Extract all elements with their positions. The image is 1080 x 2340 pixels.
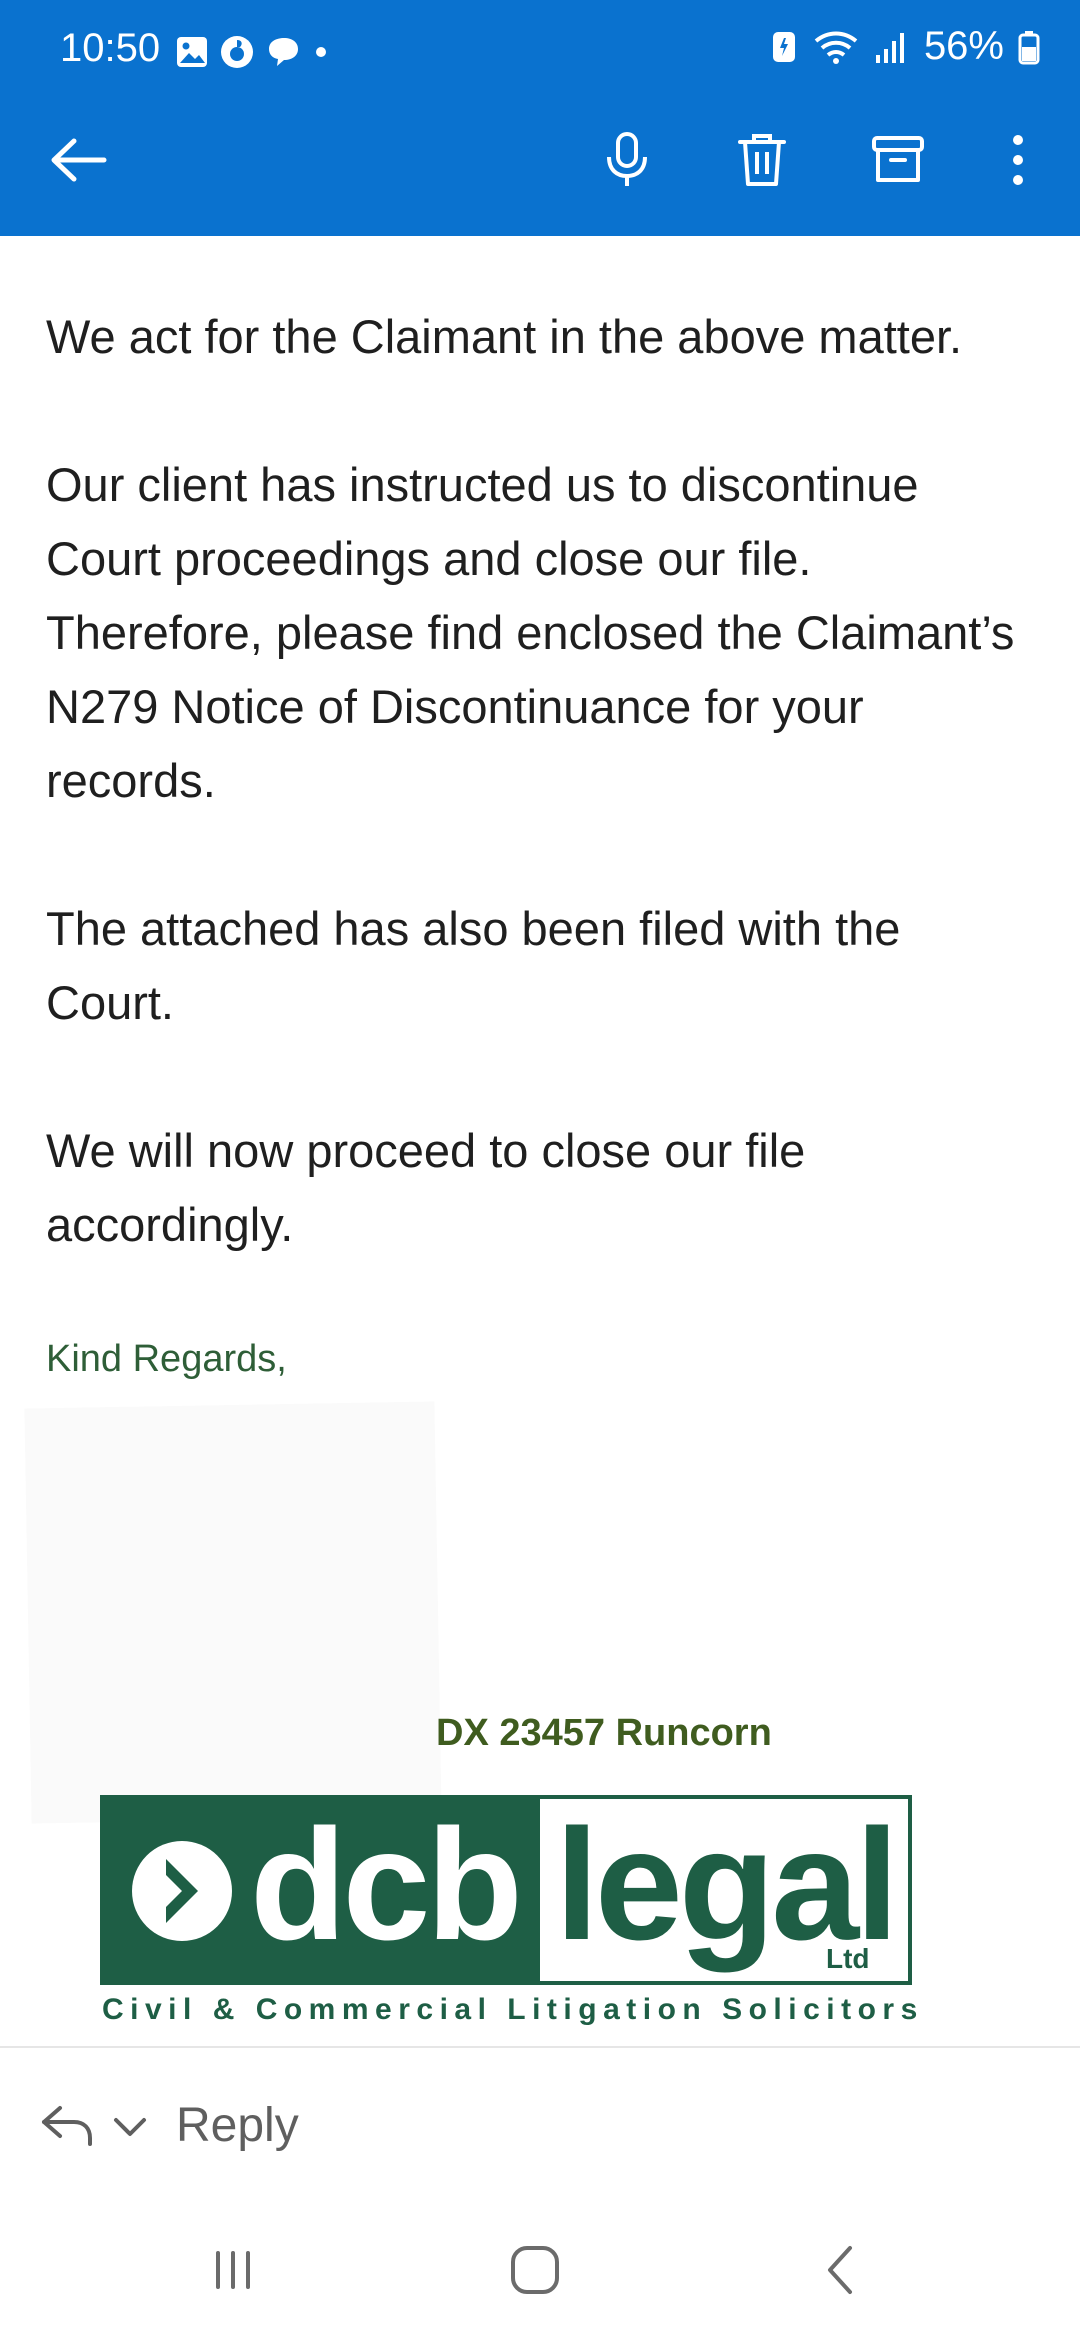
kind-regards: Kind Regards,: [46, 1338, 287, 1380]
chevron-right-icon: [132, 1841, 232, 1941]
gallery-icon: [177, 37, 207, 67]
app-header: 10:50 56%: [0, 0, 1080, 236]
delete-button[interactable]: [722, 120, 802, 200]
status-notification-icons: [175, 30, 331, 74]
dx-address: DX 23457 Runcorn: [436, 1712, 772, 1754]
microphone-icon: [607, 132, 647, 186]
email-paragraph: We will now proceed to close our file ac…: [46, 1124, 806, 1251]
signal-icon: [875, 32, 904, 63]
battery-icon: [1018, 30, 1040, 64]
back-nav-button[interactable]: [800, 2240, 880, 2300]
status-time: 10:50: [60, 26, 161, 70]
battery-saver-icon: [772, 31, 795, 62]
email-paragraph: We act for the Claimant in the above mat…: [46, 310, 963, 363]
battery-percent: 56%: [923, 24, 1004, 68]
archive-icon: [872, 136, 924, 182]
recent-apps-icon: [216, 2251, 250, 2289]
logo-tagline: Civil & Commercial Litigation Solicitors: [102, 1993, 924, 2026]
trash-icon: [738, 134, 786, 186]
chevron-left-icon: [828, 2246, 852, 2294]
back-button[interactable]: [38, 120, 118, 200]
logo-ltd-text: Ltd: [826, 1943, 870, 1974]
reply-arrow-icon[interactable]: [38, 2100, 98, 2150]
chevron-down-icon[interactable]: [110, 2108, 150, 2148]
dot-icon: [316, 47, 326, 57]
recent-apps-button[interactable]: [193, 2240, 273, 2300]
email-action-toolbar: [0, 120, 1080, 200]
email-paragraph: Our client has instructed us to disconti…: [46, 458, 1015, 807]
archive-button[interactable]: [858, 120, 938, 200]
home-icon: [511, 2246, 559, 2294]
status-right-icons: 56%: [770, 24, 1040, 69]
email-body: We act for the Claimant in the above mat…: [46, 300, 1036, 1336]
signature-image: [24, 1401, 442, 1824]
company-logo: dcb legal Ltd: [100, 1795, 912, 1985]
reply-button[interactable]: Reply: [176, 2098, 299, 2153]
home-button[interactable]: [495, 2240, 575, 2300]
reply-bar[interactable]: [0, 2048, 1080, 2208]
more-options-button[interactable]: [978, 120, 1058, 200]
chat-bubble-icon: [269, 38, 298, 66]
more-vertical-icon: [1013, 135, 1023, 185]
dictate-button[interactable]: [587, 120, 667, 200]
vodafone-icon: [221, 36, 253, 68]
logo-dcb-text: dcb: [250, 1797, 523, 1973]
email-paragraph: The attached has also been filed with th…: [46, 902, 901, 1029]
wifi-icon: [814, 31, 858, 64]
arrow-left-icon: [51, 138, 107, 182]
